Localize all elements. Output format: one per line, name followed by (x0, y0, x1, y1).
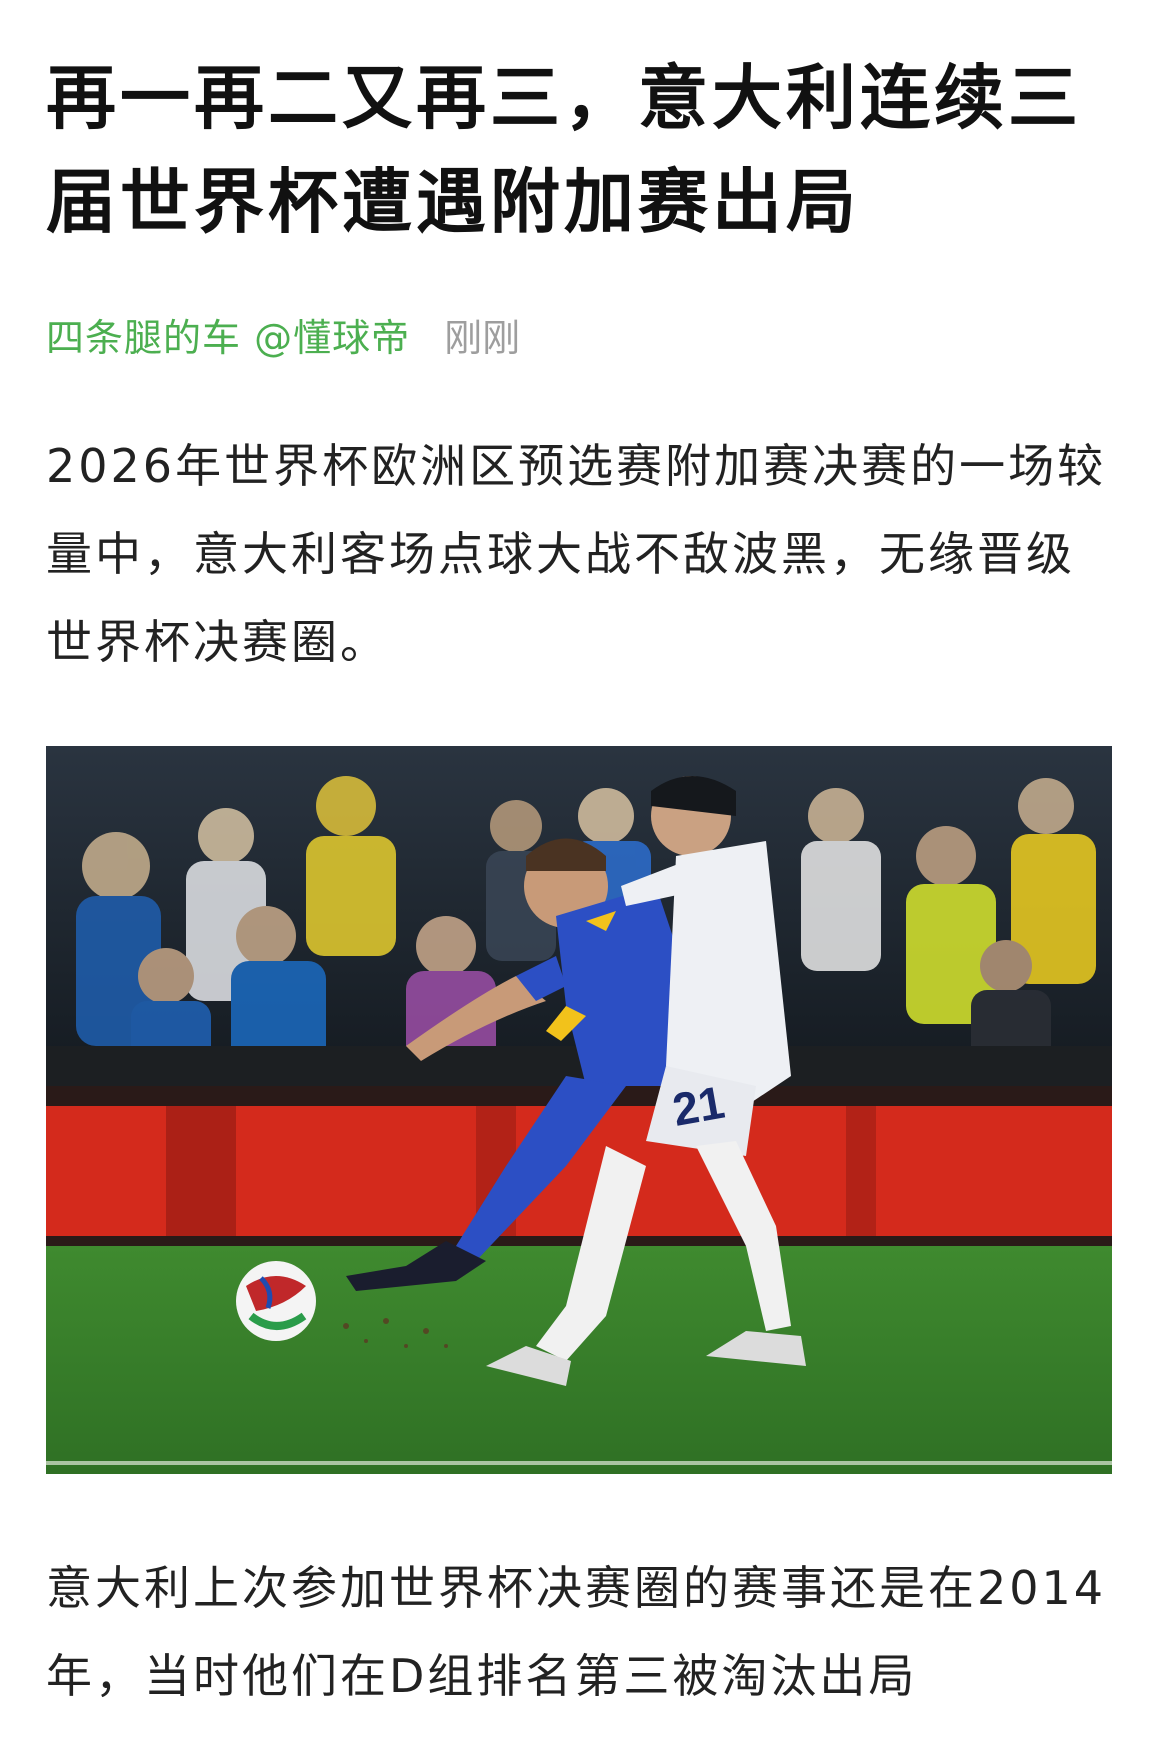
author-link[interactable]: 四条腿的车 @懂球帝 (46, 307, 410, 362)
article-paragraph-2: 意大利上次参加世界杯决赛圈的赛事还是在2014年，当时他们在D组排名第三被淘汰出… (46, 1561, 1107, 1703)
article: 再一再二又再三，意大利连续三届世界杯遭遇附加赛出局 四条腿的车 @懂球帝 刚刚 … (46, 0, 1112, 1720)
football (236, 1261, 316, 1341)
match-photo-illustration: 21 (46, 746, 1112, 1474)
jersey-number: 21 (669, 1076, 728, 1136)
publish-time: 刚刚 (444, 315, 521, 360)
article-title: 再一再二又再三，意大利连续三届世界杯遭遇附加赛出局 (46, 57, 1082, 243)
article-photo[interactable]: 21 (46, 746, 1112, 1474)
article-paragraph-1: 2026年世界杯欧洲区预选赛附加赛决赛的一场较量中，意大利客场点球大战不敌波黑，… (46, 439, 1107, 669)
article-meta: 四条腿的车 @懂球帝 刚刚 (46, 306, 1112, 362)
